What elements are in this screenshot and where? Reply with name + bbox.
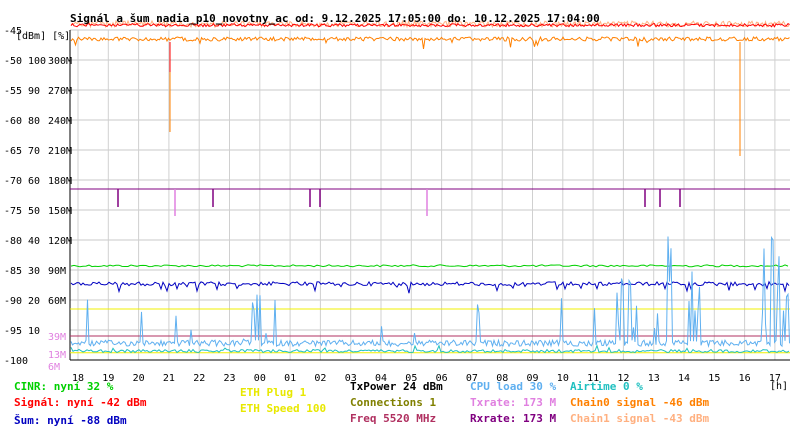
legend-eth-plug: ETH Plug 1 <box>240 386 307 399</box>
y-tick-rate: 6M <box>48 362 60 373</box>
x-tick-label: 13 <box>648 373 660 384</box>
legend-freq: Freq 5520 MHz <box>350 412 437 425</box>
y-tick-pct: 100 <box>28 56 46 67</box>
x-tick-label: 15 <box>708 373 720 384</box>
y-tick-dbm: -75 <box>4 206 22 217</box>
y-tick-pct: 80 <box>28 116 40 127</box>
x-tick-label: 00 <box>254 373 266 384</box>
y-tick-rate: 300M <box>48 56 72 67</box>
legend-cpu: CPU load 30 % <box>470 380 557 393</box>
legend-chain0: Chain0 signal -46 dBm <box>570 396 710 409</box>
y-tick-dbm: -50 <box>4 56 22 67</box>
legend-sum: Šum: nyní -88 dBm <box>14 414 127 427</box>
y-tick-rate: 60M <box>48 296 66 307</box>
x-tick-label: 22 <box>193 373 205 384</box>
y-tick-pct: 20 <box>28 296 40 307</box>
legend-txpower: TxPower 24 dBm <box>350 380 443 393</box>
legend-txrate: Txrate: 173 M <box>470 396 557 409</box>
x-tick-label: 16 <box>739 373 751 384</box>
y-tick-rate: 210M <box>48 146 72 157</box>
legend-signal: Signál: nyní -42 dBm <box>14 396 147 409</box>
y-tick-rate: 120M <box>48 236 72 247</box>
chart-title: Signál a šum nadia_p10_novotny_ac od: 9.… <box>70 12 600 25</box>
y-tick-rate: 90M <box>48 266 66 277</box>
y-tick-rate: 39M <box>48 332 66 343</box>
legend-eth-speed: ETH Speed 100 <box>240 402 327 415</box>
y-tick-dbm: -65 <box>4 146 22 157</box>
x-tick-label: 21 <box>163 373 175 384</box>
chart: -45-50-55-60-65-70-75-80-85-90-95-100100… <box>4 19 790 384</box>
x-tick-label: 10 <box>557 373 569 384</box>
x-tick-label: 01 <box>284 373 296 384</box>
y-tick-pct: 10 <box>28 326 40 337</box>
y-tick-pct: 50 <box>28 206 40 217</box>
y-tick-dbm: -60 <box>4 116 22 127</box>
y-unit-label: [dBm] [%] <box>16 31 71 42</box>
y-tick-pct: 30 <box>28 266 40 277</box>
y-tick-rate: 13M <box>48 350 66 361</box>
y-tick-rate: 150M <box>48 206 72 217</box>
y-tick-pct: 90 <box>28 86 40 97</box>
x-tick-label: 23 <box>224 373 236 384</box>
y-tick-rate: 180M <box>48 176 72 187</box>
y-tick-dbm: -85 <box>4 266 22 277</box>
y-tick-pct: 40 <box>28 236 40 247</box>
y-tick-dbm: -90 <box>4 296 22 307</box>
legend-cinr: CINR: nyní 32 % <box>14 380 114 393</box>
x-unit-label: [h] <box>770 381 789 392</box>
legend-rxrate: Rxrate: 173 M <box>470 412 557 425</box>
legend-chain1: Chain1 signal -43 dBm <box>570 412 710 425</box>
legend-connections: Connections 1 <box>350 396 437 409</box>
x-tick-label: 20 <box>133 373 145 384</box>
y-tick-dbm: -55 <box>4 86 22 97</box>
x-tick-label: 14 <box>678 373 690 384</box>
y-tick-dbm: -100 <box>4 356 28 367</box>
plot-area <box>70 30 790 360</box>
y-tick-dbm: -80 <box>4 236 22 247</box>
y-tick-dbm: -95 <box>4 326 22 337</box>
x-tick-label: 02 <box>314 373 326 384</box>
y-tick-rate: 240M <box>48 116 72 127</box>
y-tick-dbm: -70 <box>4 176 22 187</box>
y-tick-rate: 270M <box>48 86 72 97</box>
legend-airtime: Airtime 0 % <box>570 380 643 393</box>
y-tick-pct: 70 <box>28 146 40 157</box>
y-tick-pct: 60 <box>28 176 40 187</box>
